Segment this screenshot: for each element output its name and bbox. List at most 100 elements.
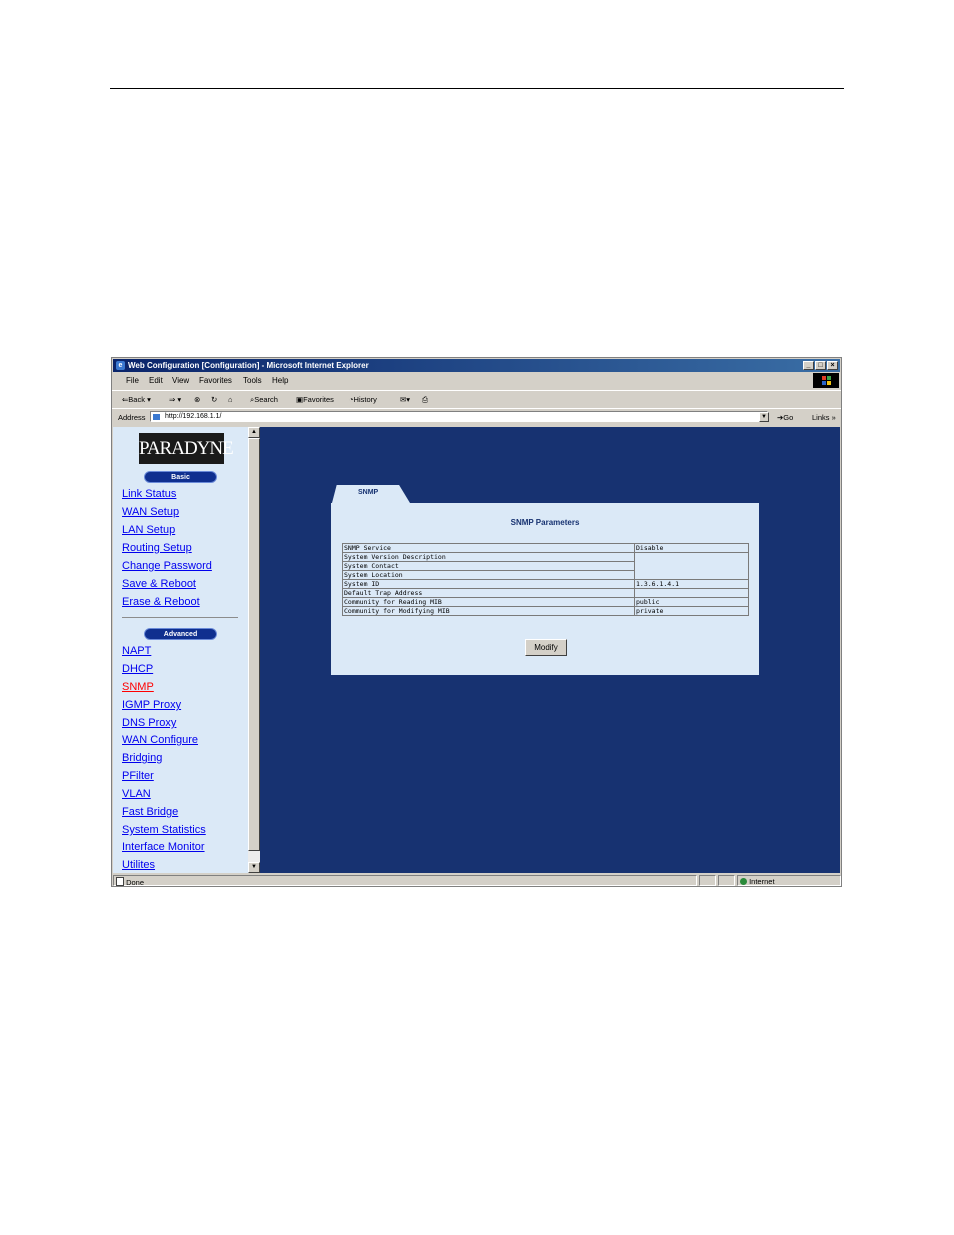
paradyne-logo: PARADYNE bbox=[139, 433, 234, 464]
param-value[interactable]: private bbox=[634, 606, 749, 616]
status-zone: Internet bbox=[737, 875, 841, 886]
nav-napt[interactable]: NAPT bbox=[122, 645, 151, 657]
nav-lan-setup[interactable]: LAN Setup bbox=[122, 524, 175, 536]
advanced-section-label[interactable]: Advanced bbox=[144, 628, 217, 640]
table-row: SNMP Service Disable bbox=[342, 543, 749, 553]
nav-wan-setup[interactable]: WAN Setup bbox=[122, 506, 179, 518]
ie-logo-icon: e bbox=[116, 361, 125, 370]
nav-interface-monitor[interactable]: Interface Monitor bbox=[122, 841, 205, 853]
page-favicon-icon bbox=[153, 414, 160, 420]
status-pane-2 bbox=[718, 875, 735, 886]
status-main: Done bbox=[113, 875, 697, 886]
nav-system-statistics[interactable]: System Statistics bbox=[122, 824, 206, 836]
minimize-button[interactable]: _ bbox=[803, 361, 814, 370]
sidebar-scrollbar[interactable]: ▲ ▼ bbox=[248, 427, 260, 873]
menu-tools[interactable]: Tools bbox=[243, 376, 262, 385]
nav-fast-bridge[interactable]: Fast Bridge bbox=[122, 806, 178, 818]
nav-save-reboot[interactable]: Save & Reboot bbox=[122, 578, 196, 590]
table-row: Default Trap Address bbox=[342, 588, 749, 598]
page-done-icon bbox=[116, 877, 124, 886]
nav-vlan[interactable]: VLAN bbox=[122, 788, 151, 800]
title-bar: e Web Configuration [Configuration] - Mi… bbox=[113, 359, 840, 372]
nav-routing-setup[interactable]: Routing Setup bbox=[122, 542, 192, 554]
tab-snmp[interactable]: SNMP bbox=[332, 485, 410, 503]
tab-snmp-label: SNMP bbox=[358, 489, 379, 496]
param-label: System Location bbox=[342, 570, 635, 580]
page-rule bbox=[110, 88, 844, 89]
window-title: Web Configuration [Configuration] - Micr… bbox=[128, 361, 369, 370]
table-row: System ID 1.3.6.1.4.1 bbox=[342, 579, 749, 589]
print-icon[interactable]: ⎙ bbox=[422, 395, 428, 405]
mail-icon[interactable]: ✉▾ bbox=[400, 395, 410, 404]
nav-erase-reboot[interactable]: Erase & Reboot bbox=[122, 596, 200, 608]
param-label: Community for Modifying MIB bbox=[342, 606, 635, 616]
sidebar-divider bbox=[122, 617, 238, 618]
table-row: Community for Modifying MIB private bbox=[342, 606, 749, 616]
snmp-panel: SNMP Parameters SNMP Service Disable Syste… bbox=[331, 503, 759, 675]
nav-dns-proxy[interactable]: DNS Proxy bbox=[122, 717, 176, 729]
param-label: System Contact bbox=[342, 561, 635, 571]
param-value[interactable]: 1.3.6.1.4.1 bbox=[634, 579, 749, 589]
nav-pfilter[interactable]: PFilter bbox=[122, 770, 154, 782]
param-label: Community for Reading MIB bbox=[342, 597, 635, 607]
param-value[interactable]: public bbox=[634, 597, 749, 607]
param-label: System Version Description bbox=[342, 552, 635, 562]
menu-help[interactable]: Help bbox=[272, 376, 288, 385]
links-button[interactable]: Links » bbox=[812, 413, 836, 422]
nav-sidebar: PARADYNE Basic Link Status WAN Setup LAN… bbox=[113, 427, 248, 873]
chevron-right-icon: » bbox=[831, 413, 836, 422]
menu-bar: File Edit View Favorites Tools Help bbox=[112, 373, 841, 388]
history-button[interactable]: ◔History bbox=[349, 395, 377, 404]
param-label: Default Trap Address bbox=[342, 588, 635, 598]
standard-toolbar: ⇐Back ▾ ⇒ ▾ ⊗ ↻ ⌂ ⌕Search ▣Favorites ◔Hi… bbox=[112, 390, 841, 409]
table-row: Community for Reading MIB public bbox=[342, 597, 749, 607]
param-label: SNMP Service bbox=[342, 543, 635, 553]
back-button[interactable]: ⇐Back ▾ bbox=[122, 395, 151, 404]
stop-icon[interactable]: ⊗ bbox=[194, 395, 200, 404]
scroll-up-icon[interactable]: ▲ bbox=[248, 427, 260, 438]
status-pane-1 bbox=[699, 875, 716, 886]
go-button[interactable]: ➔Go bbox=[777, 413, 793, 422]
menu-view[interactable]: View bbox=[172, 376, 189, 385]
windows-flag-icon bbox=[813, 373, 839, 388]
param-value[interactable]: Disable bbox=[634, 543, 749, 553]
nav-utilites[interactable]: Utilites bbox=[122, 859, 155, 871]
maximize-button[interactable]: □ bbox=[815, 361, 826, 370]
param-label: System ID bbox=[342, 579, 635, 589]
table-row: System Version Description bbox=[342, 552, 749, 580]
scroll-down-icon[interactable]: ▼ bbox=[248, 862, 260, 873]
browser-window: e Web Configuration [Configuration] - Mi… bbox=[111, 357, 842, 887]
address-bar: Address http://192.168.1.1/ ▼ ➔Go Links … bbox=[112, 408, 841, 425]
param-value[interactable] bbox=[634, 588, 749, 598]
panel-title: SNMP Parameters bbox=[510, 518, 580, 527]
nav-snmp[interactable]: SNMP bbox=[122, 681, 154, 693]
nav-wan-configure[interactable]: WAN Configure bbox=[122, 734, 198, 746]
close-button[interactable]: × bbox=[827, 361, 838, 370]
nav-link-status[interactable]: Link Status bbox=[122, 488, 176, 500]
nav-igmp-proxy[interactable]: IGMP Proxy bbox=[122, 699, 181, 711]
address-input[interactable]: http://192.168.1.1/ bbox=[150, 411, 768, 422]
status-text: Done bbox=[126, 878, 145, 887]
param-value[interactable] bbox=[634, 552, 749, 580]
address-label: Address bbox=[118, 413, 146, 422]
search-button[interactable]: ⌕Search bbox=[250, 395, 278, 405]
scroll-thumb[interactable] bbox=[248, 438, 260, 851]
modify-button[interactable]: Modify bbox=[525, 639, 567, 656]
forward-arrow-icon[interactable]: ⇒ ▾ bbox=[169, 395, 181, 404]
zone-text: Internet bbox=[749, 877, 775, 886]
address-url: http://192.168.1.1/ bbox=[165, 413, 222, 420]
basic-section-label[interactable]: Basic bbox=[144, 471, 217, 483]
favorites-button[interactable]: ▣Favorites bbox=[296, 395, 334, 404]
menu-edit[interactable]: Edit bbox=[149, 376, 163, 385]
internet-zone-icon bbox=[740, 878, 747, 885]
menu-file[interactable]: File bbox=[126, 376, 139, 385]
home-icon[interactable]: ⌂ bbox=[228, 395, 233, 404]
menu-favorites[interactable]: Favorites bbox=[199, 376, 232, 385]
address-dropdown-icon[interactable]: ▼ bbox=[759, 412, 769, 422]
nav-bridging[interactable]: Bridging bbox=[122, 752, 162, 764]
refresh-icon[interactable]: ↻ bbox=[211, 395, 217, 404]
nav-dhcp[interactable]: DHCP bbox=[122, 663, 153, 675]
nav-change-password[interactable]: Change Password bbox=[122, 560, 212, 572]
status-bar: Done Internet bbox=[112, 875, 841, 886]
page-content: PARADYNE Basic Link Status WAN Setup LAN… bbox=[113, 427, 840, 873]
